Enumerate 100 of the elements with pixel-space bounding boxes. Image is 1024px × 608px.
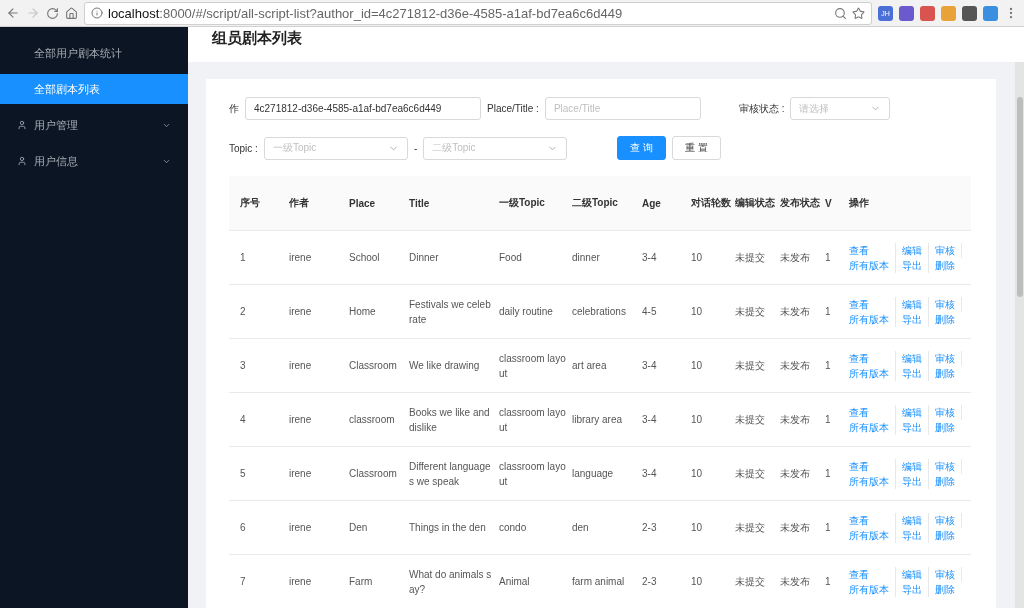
- action-link[interactable]: 所有版本: [849, 311, 896, 327]
- action-link[interactable]: 审核: [935, 296, 962, 312]
- table-cell: 1: [825, 338, 837, 393]
- reload-icon[interactable]: [46, 6, 59, 20]
- action-link[interactable]: 审核: [935, 242, 962, 258]
- extension-icon[interactable]: [983, 5, 998, 21]
- table-cell: 4-5: [642, 284, 691, 339]
- extension-icon[interactable]: [899, 5, 914, 21]
- column-header: 编辑状态: [735, 176, 780, 231]
- table-cell: condo: [499, 500, 572, 555]
- table-cell: 1: [825, 284, 837, 339]
- table-cell: 未发布: [780, 554, 825, 608]
- table-cell: 未提交: [735, 284, 780, 339]
- scrollbar-thumb[interactable]: [1016, 97, 1023, 297]
- table-cell: farm animal: [572, 554, 642, 608]
- action-link[interactable]: 查看: [849, 242, 896, 258]
- action-link[interactable]: 编辑: [902, 404, 929, 420]
- field-label: 作: [229, 101, 239, 116]
- home-icon[interactable]: [65, 6, 78, 20]
- action-link[interactable]: 所有版本: [849, 419, 896, 435]
- place-title-field[interactable]: Place/Title: [544, 97, 701, 120]
- action-link[interactable]: 导出: [902, 257, 929, 273]
- action-link[interactable]: 编辑: [902, 566, 929, 582]
- action-link[interactable]: 所有版本: [849, 581, 896, 597]
- action-link[interactable]: 查看: [849, 404, 896, 420]
- table-cell: classroom layout: [499, 338, 572, 393]
- table-cell: 未提交: [735, 446, 780, 501]
- table-cell: celebrations: [572, 284, 642, 339]
- action-link[interactable]: 编辑: [902, 350, 929, 366]
- table-cell: classroom: [349, 392, 409, 447]
- table-cell: language: [572, 446, 642, 501]
- table-cell: Animal: [499, 554, 572, 608]
- search-button[interactable]: 查 询: [617, 136, 667, 160]
- action-link[interactable]: 删除: [935, 311, 962, 327]
- table-cell: 未提交: [735, 338, 780, 393]
- action-link[interactable]: 导出: [902, 581, 929, 597]
- table-cell: irene: [289, 284, 349, 339]
- table-cell: 未提交: [735, 500, 780, 555]
- extension-icon[interactable]: [962, 5, 977, 21]
- sidebar-item[interactable]: 全部剧本列表: [0, 74, 188, 104]
- action-link[interactable]: 审核: [935, 566, 962, 582]
- zoom-icon[interactable]: [834, 6, 847, 20]
- sidebar-item[interactable]: 用户管理: [0, 110, 188, 140]
- action-link[interactable]: 编辑: [902, 512, 929, 528]
- action-link[interactable]: 查看: [849, 512, 896, 528]
- sidebar-item[interactable]: 全部用户剧本统计: [0, 38, 188, 68]
- column-header: Age: [642, 176, 691, 231]
- action-link[interactable]: 导出: [902, 419, 929, 435]
- table-cell: irene: [289, 230, 349, 285]
- action-link[interactable]: 审核: [935, 458, 962, 474]
- action-link[interactable]: 所有版本: [849, 257, 896, 273]
- dash-text: -: [413, 142, 418, 154]
- author-field[interactable]: 4c271812-d36e-4585-a1af-bd7ea6c6d449: [245, 97, 481, 120]
- action-link[interactable]: 删除: [935, 473, 962, 489]
- back-icon[interactable]: [6, 6, 20, 20]
- action-link[interactable]: 删除: [935, 581, 962, 597]
- address-bar[interactable]: localhost:8000/#/script/all-script-list?author_id=4c271812-d36e-4585-a1af-bd7ea6c6d449: [84, 1, 872, 25]
- action-link[interactable]: 审核: [935, 350, 962, 366]
- table-cell: 未发布: [780, 338, 825, 393]
- table-cell: Den: [349, 500, 409, 555]
- action-link[interactable]: 审核: [935, 512, 962, 528]
- action-link[interactable]: 所有版本: [849, 365, 896, 381]
- action-link[interactable]: 删除: [935, 527, 962, 543]
- action-link[interactable]: 查看: [849, 350, 896, 366]
- action-link[interactable]: 导出: [902, 311, 929, 327]
- action-link[interactable]: 导出: [902, 473, 929, 489]
- action-link[interactable]: 导出: [902, 527, 929, 543]
- table-cell: Classroom: [349, 446, 409, 501]
- action-link[interactable]: 查看: [849, 458, 896, 474]
- reset-button[interactable]: 重 置: [672, 136, 721, 160]
- page-title: 组员剧本列表: [212, 29, 302, 48]
- column-header: V: [825, 176, 837, 231]
- action-link[interactable]: 编辑: [902, 458, 929, 474]
- table-cell: School: [349, 230, 409, 285]
- scrollbar[interactable]: [1015, 62, 1024, 608]
- table-cell: den: [572, 500, 642, 555]
- table-cell: 未提交: [735, 392, 780, 447]
- table-cell: Home: [349, 284, 409, 339]
- table-cell: 1: [825, 554, 837, 608]
- extension-icon[interactable]: [920, 5, 935, 21]
- action-link[interactable]: 查看: [849, 566, 896, 582]
- action-link[interactable]: 编辑: [902, 242, 929, 258]
- action-link[interactable]: 编辑: [902, 296, 929, 312]
- action-link[interactable]: 删除: [935, 419, 962, 435]
- table-cell: 未发布: [780, 230, 825, 285]
- sidebar-item[interactable]: 用户信息: [0, 146, 188, 176]
- action-link[interactable]: 导出: [902, 365, 929, 381]
- action-link[interactable]: 所有版本: [849, 473, 896, 489]
- table-cell: classroom layout: [499, 392, 572, 447]
- table-cell: 7: [229, 554, 289, 608]
- action-link[interactable]: 所有版本: [849, 527, 896, 543]
- table-cell: 1: [229, 230, 289, 285]
- column-header: 操作: [837, 176, 971, 231]
- action-link[interactable]: 审核: [935, 404, 962, 420]
- action-link[interactable]: 查看: [849, 296, 896, 312]
- action-link[interactable]: 删除: [935, 257, 962, 273]
- action-link[interactable]: 删除: [935, 365, 962, 381]
- star-icon[interactable]: [852, 6, 865, 20]
- table-cell: library area: [572, 392, 642, 447]
- table-cell: 2-3: [642, 500, 691, 555]
